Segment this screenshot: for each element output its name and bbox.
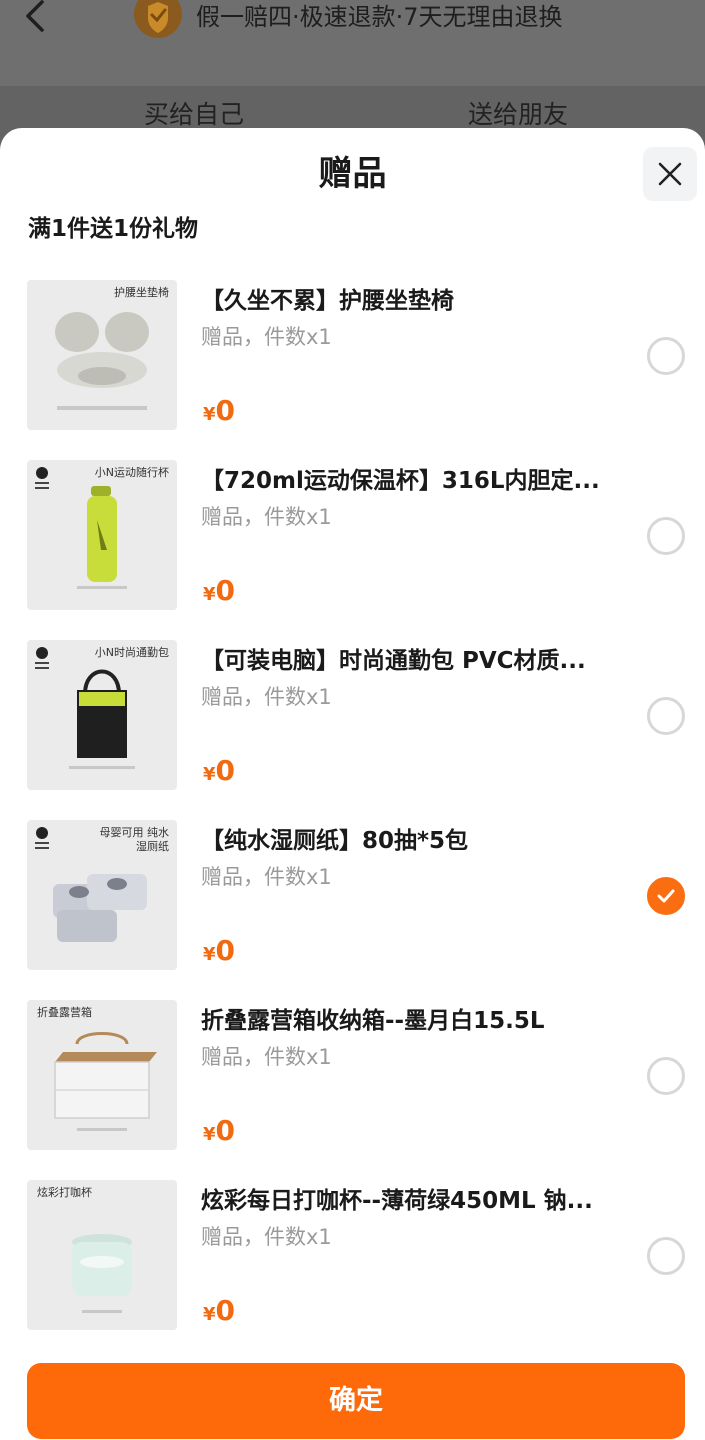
product-image: 小N运动随行杯 [27,460,177,610]
wipes-image [53,874,147,942]
gift-name: 炫彩每日打咖杯--薄荷绿450ML 钠... [201,1188,593,1214]
gift-name: 【720ml运动保温杯】316L内胆定... [201,468,600,494]
page: 假一赔四·极速退款·7天无理由退换 买给自己 送给朋友 赠品 满1件送1份礼物 … [0,0,705,1440]
gift-quantity: 赠品，件数x1 [201,1225,332,1249]
gift-name: 折叠露营箱收纳箱--墨月白15.5L [201,1008,545,1034]
gift-price: ¥0 [203,394,236,427]
gift-quantity: 赠品，件数x1 [201,505,332,529]
product-image: 护腰坐垫椅 [27,280,177,430]
gift-price: ¥0 [203,934,236,967]
tab-gift-to-friend[interactable]: 送给朋友 [468,98,568,132]
gift-item[interactable]: 小N运动随行杯 【720ml运动保温杯】316L内胆定... 赠品，件数x1 ¥… [0,460,705,640]
gift-quantity: 赠品，件数x1 [201,1045,332,1069]
gift-sheet: 赠品 满1件送1份礼物 护腰坐垫椅 【久坐不累】护腰坐垫椅 赠品，件数x1 ¥0… [0,128,705,1440]
gift-name: 【可装电脑】时尚通勤包 PVC材质... [201,648,586,674]
sheet-title: 赠品 [318,154,387,194]
gift-price: ¥0 [203,1294,236,1327]
storage-box-image [54,1032,157,1131]
tab-buy-for-self[interactable]: 买给自己 [144,98,244,132]
gift-quantity: 赠品，件数x1 [201,685,332,709]
gift-price: ¥0 [203,1114,236,1147]
select-radio[interactable] [647,1237,685,1275]
product-image: 折叠露营箱 [27,1000,177,1150]
checkmark-icon [657,889,675,903]
gift-item[interactable]: 炫彩打咖杯 炫彩每日打咖杯--薄荷绿450ML 钠... 赠品，件数x1 ¥0 [0,1180,705,1360]
close-button[interactable] [643,147,697,201]
gift-item[interactable]: 折叠露营箱 折叠露营箱收纳箱--墨月白15.5L 赠品，件数x1 ¥0 [0,1000,705,1180]
gift-quantity: 赠品，件数x1 [201,325,332,349]
product-image: 小N时尚通勤包 [27,640,177,790]
gift-name: 【久坐不累】护腰坐垫椅 [201,288,454,314]
gift-item[interactable]: 母婴可用 纯水湿厕纸 【纯水湿厕纸】80抽*5包 赠品，件数x1 ¥0 [0,820,705,1000]
select-radio[interactable] [647,517,685,555]
gift-item[interactable]: 小N时尚通勤包 【可装电脑】时尚通勤包 PVC材质... 赠品，件数x1 ¥0 [0,640,705,820]
product-image: 母婴可用 纯水湿厕纸 [27,820,177,970]
select-radio[interactable] [647,337,685,375]
cushion-image [55,312,149,410]
gift-quantity: 赠品，件数x1 [201,865,332,889]
bottle-image [77,486,127,589]
gift-name: 【纯水湿厕纸】80抽*5包 [201,828,469,854]
gift-price: ¥0 [203,754,236,787]
product-image: 炫彩打咖杯 [27,1180,177,1330]
shield-icon [134,0,182,40]
select-radio-checked[interactable] [647,877,685,915]
coffee-cup-image [72,1234,132,1313]
close-icon [658,162,682,186]
select-radio[interactable] [647,697,685,735]
promo-rule: 满1件送1份礼物 [28,216,199,242]
confirm-button[interactable]: 确定 [27,1363,685,1439]
back-icon[interactable] [18,0,58,34]
tote-bag-image [69,669,135,769]
gift-item[interactable]: 护腰坐垫椅 【久坐不累】护腰坐垫椅 赠品，件数x1 ¥0 [0,280,705,460]
gift-price: ¥0 [203,574,236,607]
select-radio[interactable] [647,1057,685,1095]
guarantee-banner: 假一赔四·极速退款·7天无理由退换 [196,3,563,31]
